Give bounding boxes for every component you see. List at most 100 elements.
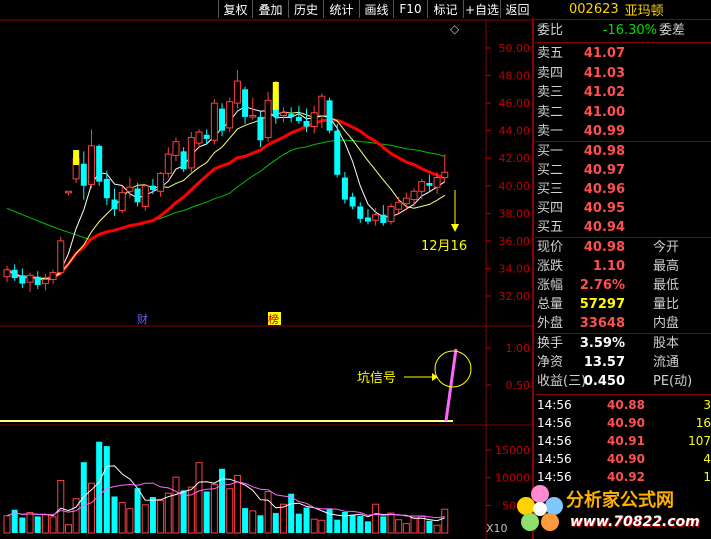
ask-level-row: 卖四 41.03 (535, 65, 711, 83)
volume-bar (387, 512, 395, 534)
candle-body (364, 217, 371, 222)
date-arrow-head (451, 224, 459, 232)
toolbar-button-3[interactable]: 统计 (323, 0, 359, 18)
kline-chart[interactable]: 50.00 48.00 46.00 44.00 42.00 40.00 38.00 36.00… (0, 0, 535, 539)
candle-body (3, 269, 11, 278)
limit-up-candle (73, 150, 80, 165)
watermark-brand: 分析家公式网 (566, 490, 674, 511)
candle-body (219, 108, 226, 131)
quote-label: 外盘 (537, 316, 564, 331)
toolbar-button-0[interactable]: 复权 (218, 0, 252, 18)
quote-label: 总量 (537, 297, 564, 312)
signal-axis-label: 1.00 (506, 342, 531, 355)
toolbar-button-6[interactable]: 标记 (427, 0, 463, 18)
candle-body (402, 197, 410, 205)
volume-bar (118, 502, 126, 534)
candle-body (334, 130, 341, 175)
candle-body (326, 100, 333, 131)
ask-level-value: 41.03 (583, 65, 625, 81)
ma5-line (6, 106, 446, 281)
toolbar-button-5[interactable]: F10 (393, 0, 427, 18)
bid-level-label: 买一 (537, 144, 564, 159)
volume-bar (272, 513, 279, 533)
candle-body (103, 178, 110, 199)
candle-body (126, 186, 134, 192)
candle-body (380, 214, 387, 223)
divider (535, 141, 711, 142)
quote-value: 1.10 (592, 259, 625, 274)
stat-label: 换手 (537, 336, 564, 351)
volume-bar (380, 516, 387, 533)
candle-body (372, 214, 380, 221)
bid-level-row: 买四 40.95 (535, 200, 711, 218)
candle-body (87, 145, 95, 185)
toolbar-button-8[interactable]: 返回 (500, 0, 534, 18)
volume-bar (326, 508, 333, 533)
tick-row[interactable]: 14:56 40.90 4 (535, 450, 711, 468)
tick-price: 40.91 (607, 434, 645, 448)
candle-body (418, 181, 426, 192)
ask-level-row: 卖三 41.02 (535, 84, 711, 102)
candle-body (357, 206, 364, 219)
stat-label2: 流通 (653, 355, 680, 370)
volume-bar (57, 479, 65, 534)
candle-body (249, 115, 257, 118)
toolbar-button-7[interactable]: +自选 (463, 0, 500, 18)
volume-bar (242, 508, 249, 533)
candle-body (295, 116, 302, 122)
volume-bar (334, 519, 341, 533)
volume-bar (195, 462, 203, 534)
price-axis-label: 48.00 (499, 70, 531, 83)
candle-body (288, 114, 295, 117)
tick-row[interactable]: 14:56 40.90 16 (535, 414, 711, 432)
candle-body (257, 116, 264, 141)
ask-level-row: 卖一 40.99 (535, 123, 711, 141)
volume-bar (372, 503, 380, 534)
candle-body (410, 190, 418, 201)
tick-row[interactable]: 14:56 40.88 3 (535, 396, 711, 414)
stock-name: 亚玛顿 (624, 4, 664, 19)
candle-body (242, 89, 249, 117)
toolbar-button-4[interactable]: 画线 (359, 0, 393, 18)
toolbar-button-1[interactable]: 叠加 (252, 0, 288, 18)
candle-body (41, 278, 49, 285)
candle-body (349, 196, 356, 207)
candle-body (203, 134, 210, 139)
volume-bar (19, 517, 26, 533)
bid-level-label: 买二 (537, 163, 564, 178)
tick-time: 14:56 (537, 434, 572, 448)
volume-bar (134, 488, 141, 533)
stock-code: 002623 (569, 2, 619, 17)
volume-bar (257, 515, 264, 533)
signal-arrow-head (432, 373, 438, 381)
candle-body (210, 102, 218, 141)
flower-logo-icon (517, 485, 563, 531)
quote-value: 40.98 (583, 240, 625, 255)
quote-row: 外盘 33648 内盘 (535, 315, 711, 333)
candle-body (310, 112, 318, 128)
quote-row: 总量 57297 量比 (535, 296, 711, 314)
tick-row[interactable]: 14:56 40.91 107 (535, 432, 711, 450)
tick-volume: 16 (695, 416, 711, 430)
candle-body (395, 201, 403, 210)
event-marker-finance[interactable]: 财 (137, 312, 148, 326)
signal-axis-label: 0.50 (506, 379, 531, 392)
order-ratio-row: 委比 -16.30% 委差 (535, 22, 711, 40)
candle-body (441, 171, 449, 179)
stat-label: 净资 (537, 355, 564, 370)
stat-label: 收益(三) (537, 374, 587, 389)
toolbar-button-2[interactable]: 历史 (288, 0, 323, 18)
diamond-icon[interactable]: ◇ (450, 22, 460, 36)
quote-value: 2.76% (579, 278, 625, 293)
candle-body (318, 95, 326, 117)
stat-value: 13.57 (583, 355, 625, 370)
candle-body (264, 99, 272, 139)
volume-bar (349, 514, 356, 533)
quote-value: 33648 (579, 316, 625, 331)
stat-row: 换手 3.59% 股本 (535, 335, 711, 353)
volume-bar (433, 524, 441, 534)
volume-bar (279, 503, 287, 534)
divider (535, 237, 711, 238)
event-marker-rank[interactable]: 榜 (268, 312, 279, 326)
quote-row: 涨幅 2.76% 最低 (535, 277, 711, 295)
